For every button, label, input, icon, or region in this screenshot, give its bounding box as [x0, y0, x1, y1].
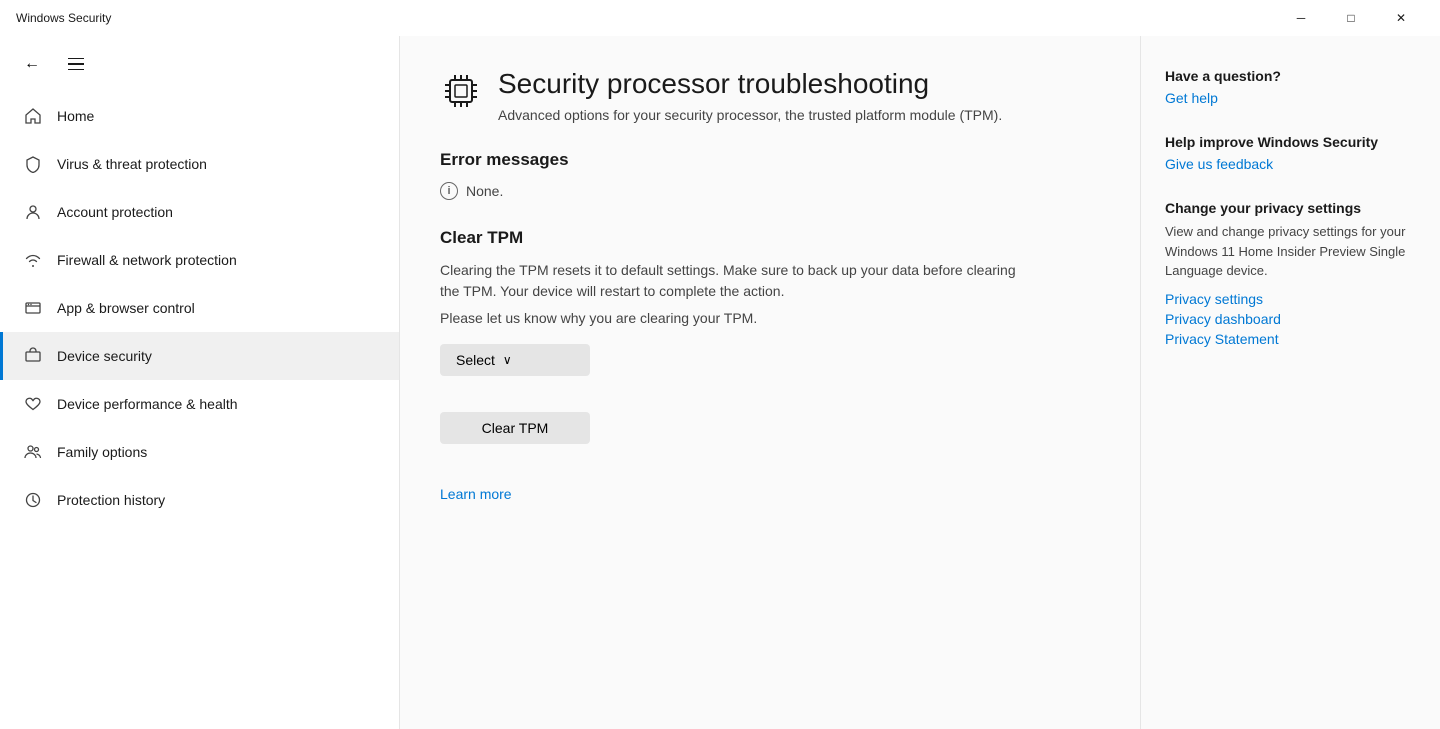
error-value: None.	[466, 183, 503, 199]
right-panel: Have a question? Get help Help improve W…	[1140, 36, 1440, 729]
sidebar-item-devicesecurity[interactable]: Device security	[0, 332, 399, 380]
health-icon	[23, 394, 43, 414]
privacy-section: Change your privacy settings View and ch…	[1165, 200, 1416, 347]
app-title: Windows Security	[16, 11, 111, 25]
question-section: Have a question? Get help	[1165, 68, 1416, 106]
sidebar-item-virus[interactable]: Virus & threat protection	[0, 140, 399, 188]
maximize-button[interactable]: □	[1328, 2, 1374, 34]
sidebar-item-devicehealth[interactable]: Device performance & health	[0, 380, 399, 428]
improve-section: Help improve Windows Security Give us fe…	[1165, 134, 1416, 172]
sidebar-item-devicehealth-label: Device performance & health	[57, 396, 238, 412]
improve-heading: Help improve Windows Security	[1165, 134, 1416, 150]
window-controls: ─ □ ✕	[1278, 2, 1424, 34]
sidebar-item-home-label: Home	[57, 108, 94, 124]
error-section-title: Error messages	[440, 150, 1100, 170]
ham-line-1	[68, 58, 84, 60]
page-subtitle: Advanced options for your security proce…	[498, 106, 1002, 126]
back-button[interactable]: ←	[16, 48, 48, 80]
clear-tpm-button[interactable]: Clear TPM	[440, 412, 590, 444]
wifi-icon	[23, 250, 43, 270]
sidebar-item-account[interactable]: Account protection	[0, 188, 399, 236]
clear-prompt: Please let us know why you are clearing …	[440, 310, 1100, 326]
select-button[interactable]: Select ∨	[440, 344, 590, 376]
feedback-link[interactable]: Give us feedback	[1165, 156, 1416, 172]
get-help-link[interactable]: Get help	[1165, 90, 1416, 106]
sidebar-item-family-label: Family options	[57, 444, 147, 460]
minimize-button[interactable]: ─	[1278, 2, 1324, 34]
clear-tpm-title: Clear TPM	[440, 228, 1100, 248]
info-icon: i	[440, 182, 458, 200]
chevron-down-icon: ∨	[503, 353, 512, 367]
ham-line-2	[68, 63, 84, 65]
select-label: Select	[456, 352, 495, 368]
processor-icon	[440, 70, 482, 121]
page-header-text: Security processor troubleshooting Advan…	[498, 68, 1002, 126]
sidebar-item-home[interactable]: Home	[0, 92, 399, 140]
app-body: ← Home Virus & threat	[0, 36, 1440, 729]
shield-icon	[23, 154, 43, 174]
main-content: Security processor troubleshooting Advan…	[400, 36, 1140, 729]
close-button[interactable]: ✕	[1378, 2, 1424, 34]
sidebar-item-firewall-label: Firewall & network protection	[57, 252, 237, 268]
page-header: Security processor troubleshooting Advan…	[440, 68, 1100, 126]
sidebar-item-family[interactable]: Family options	[0, 428, 399, 476]
home-icon	[23, 106, 43, 126]
privacy-settings-link[interactable]: Privacy settings	[1165, 291, 1416, 307]
sidebar-item-virus-label: Virus & threat protection	[57, 156, 207, 172]
sidebar-item-account-label: Account protection	[57, 204, 173, 220]
privacy-dashboard-link[interactable]: Privacy dashboard	[1165, 311, 1416, 327]
title-bar: Windows Security ─ □ ✕	[0, 0, 1440, 36]
page-title: Security processor troubleshooting	[498, 68, 1002, 100]
back-icon: ←	[24, 55, 40, 73]
sidebar-top: ←	[0, 36, 399, 92]
appbrowser-icon	[23, 298, 43, 318]
question-heading: Have a question?	[1165, 68, 1416, 84]
sidebar-item-history-label: Protection history	[57, 492, 165, 508]
sidebar-item-appbrowser-label: App & browser control	[57, 300, 195, 316]
sidebar-item-history[interactable]: Protection history	[0, 476, 399, 524]
learn-more-link[interactable]: Learn more	[440, 486, 512, 502]
sidebar-item-appbrowser[interactable]: App & browser control	[0, 284, 399, 332]
privacy-heading: Change your privacy settings	[1165, 200, 1416, 216]
history-icon	[23, 490, 43, 510]
sidebar-item-devicesecurity-label: Device security	[57, 348, 152, 364]
clear-description: Clearing the TPM resets it to default se…	[440, 260, 1020, 302]
sidebar: ← Home Virus & threat	[0, 36, 400, 729]
error-section: Error messages i None.	[440, 150, 1100, 200]
hamburger-button[interactable]	[60, 48, 92, 80]
sidebar-item-firewall[interactable]: Firewall & network protection	[0, 236, 399, 284]
error-value-box: i None.	[440, 182, 1100, 200]
clear-tpm-section: Clear TPM Clearing the TPM resets it to …	[440, 228, 1100, 504]
devicesecurity-icon	[23, 346, 43, 366]
privacy-statement-link[interactable]: Privacy Statement	[1165, 331, 1416, 347]
person-icon	[23, 202, 43, 222]
privacy-description: View and change privacy settings for you…	[1165, 222, 1416, 281]
clear-tpm-btn-label: Clear TPM	[482, 420, 549, 436]
family-icon	[23, 442, 43, 462]
ham-line-3	[68, 69, 84, 71]
